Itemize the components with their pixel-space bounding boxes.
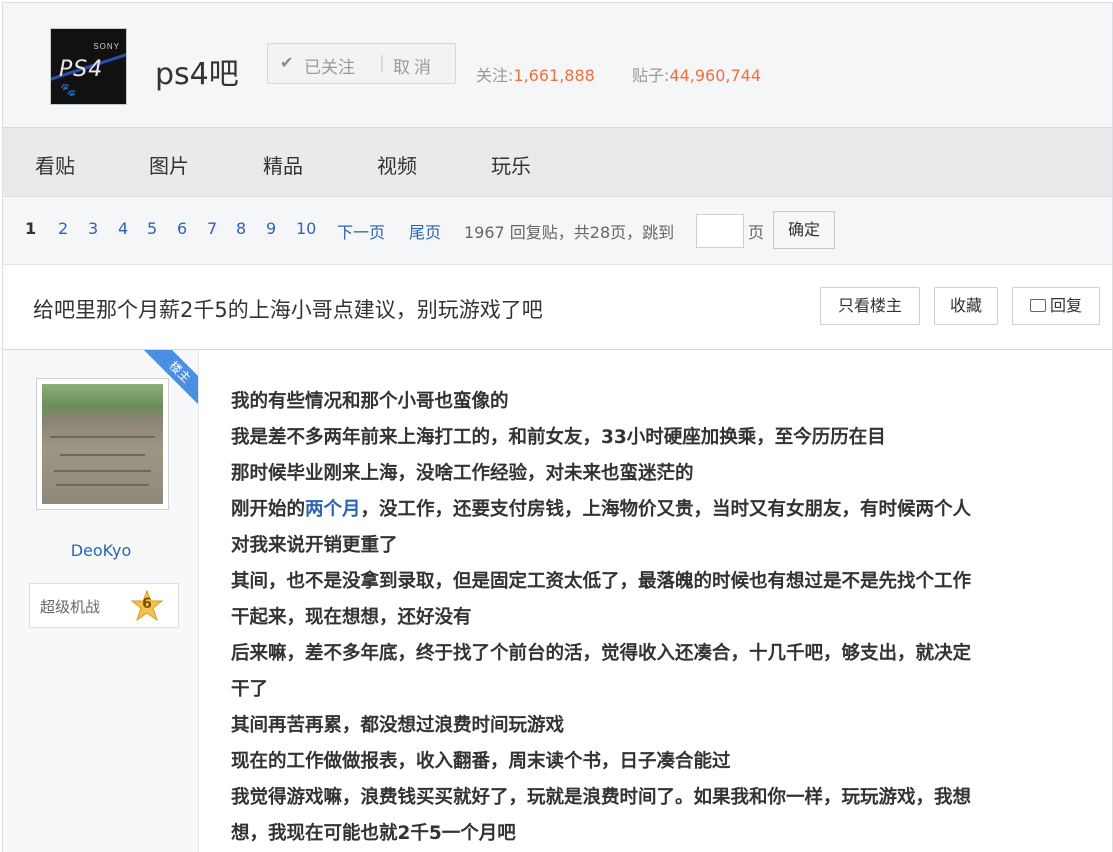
page-link[interactable]: 3	[88, 219, 98, 238]
pagination: 1 2 3 4 5 6 7 8 9 10 下一页 尾页 1967 回复贴，共28…	[2, 197, 1113, 264]
post-line: 其间，也不是没拿到录取，但是固定工资太低了，最落魄的时候也有想过是不是先找个工作	[231, 571, 972, 592]
follow-button[interactable]: ✔ 已关注 | 取消	[267, 43, 456, 84]
jump-page-input[interactable]	[696, 214, 744, 248]
tab-images[interactable]: 图片	[149, 150, 189, 179]
forum-name[interactable]: ps4吧	[155, 49, 239, 93]
check-icon: ✔	[280, 53, 294, 72]
avatar-image	[42, 384, 163, 504]
forum-logo[interactable]: SONY PS4 🐾	[50, 28, 127, 105]
post-line: 现在的工作做做报表，收入翻番，周末读个书，日子凑合能过	[231, 751, 731, 772]
page-link[interactable]: 10	[296, 219, 316, 238]
reply-button[interactable]: 回复	[1012, 287, 1100, 325]
reply-label: 回复	[1049, 296, 1082, 315]
page-link[interactable]: 4	[118, 219, 128, 238]
last-page-link[interactable]: 尾页	[409, 219, 441, 243]
level-number: 6	[142, 596, 152, 612]
rank-title: 超级机战	[40, 598, 101, 616]
tab-posts[interactable]: 看贴	[35, 150, 75, 179]
author-panel: 楼主 DeoKyo 超级机战 6	[3, 350, 199, 852]
avatar[interactable]	[36, 378, 169, 510]
page-link[interactable]: 2	[58, 219, 68, 238]
page-link[interactable]: 9	[266, 219, 276, 238]
post-line: 刚开始的两个月，没工作，还要支付房钱，上海物价又贵，当时又有女朋友，有时候两个人	[231, 492, 1091, 528]
unfollow-link[interactable]: 取消	[393, 53, 435, 78]
posts-stat-label: 贴子:	[632, 66, 670, 85]
post-line-text: ，没工作，还要支付房钱，上海物价又贵，当时又有女朋友，有时候两个人	[360, 499, 972, 520]
favorite-button[interactable]: 收藏	[934, 287, 998, 325]
follow-count: 1,661,888	[513, 66, 595, 85]
post-content: 我的有些情况和那个小哥也蛮像的 我是差不多两年前来上海打工的，和前女友，33小时…	[231, 384, 1091, 852]
next-page-link[interactable]: 下一页	[337, 219, 385, 243]
followed-label: 已关注	[304, 58, 355, 78]
page-link[interactable]: 5	[147, 219, 157, 238]
only-op-button[interactable]: 只看楼主	[820, 287, 920, 325]
tab-featured[interactable]: 精品	[263, 150, 303, 179]
author-name[interactable]: DeoKyo	[3, 541, 198, 560]
highlight-link[interactable]: 两个月	[305, 499, 361, 520]
post-line: 我觉得游戏嘛，浪费钱买买就好了，玩就是浪费时间了。如果我和你一样，玩玩游戏，我想	[231, 787, 972, 808]
post-line: 后来嘛，差不多年底，终于找了个前台的活，觉得收入还凑合，十几千吧，够支出，就决定	[231, 643, 972, 664]
divider: |	[379, 53, 385, 73]
post-line-text: 刚开始的	[231, 499, 306, 520]
forum-nav: 看贴 图片 精品 视频 玩乐	[2, 127, 1113, 197]
level-badge: 6	[130, 589, 164, 622]
jump-confirm-button[interactable]: 确定	[773, 211, 835, 249]
post-line: 其间再苦再累，都没想过浪费时间玩游戏	[231, 715, 565, 736]
post-line: 干起来，现在想想，还好没有	[231, 607, 472, 628]
thread-title-bar: 给吧里那个月薪2千5的上海小哥点建议，别玩游戏了吧 只看楼主 收藏 回复	[2, 264, 1113, 350]
tab-videos[interactable]: 视频	[377, 150, 417, 179]
posts-stat: 贴子:44,960,744	[632, 62, 761, 86]
tab-fun[interactable]: 玩乐	[491, 150, 531, 179]
forum-header: SONY PS4 🐾 ps4吧 ✔ 已关注 | 取消 关注:1,661,888 …	[2, 2, 1113, 127]
post-line: 想，我现在可能也就2千5一个月吧	[231, 823, 516, 844]
page-link[interactable]: 7	[207, 219, 217, 238]
paw-icon: 🐾	[60, 83, 77, 98]
page-unit-label: 页	[748, 223, 765, 242]
post-line: 那时候毕业刚来上海，没啥工作经验，对未来也蛮迷茫的	[231, 463, 694, 484]
post-line: 我的有些情况和那个小哥也蛮像的	[231, 391, 509, 412]
logo-text: PS4	[59, 57, 104, 82]
logo-brand: SONY	[93, 42, 120, 51]
post: 楼主 DeoKyo 超级机战 6 我的有些情况和那个小哥也蛮像的 我是差不多两年…	[2, 350, 1113, 852]
comment-icon	[1029, 299, 1046, 312]
post-line: 干了	[231, 679, 269, 700]
posts-count: 44,960,744	[669, 66, 762, 85]
user-rank: 超级机战 6	[29, 583, 179, 628]
post-line: 对我来说开销更重了	[231, 535, 398, 556]
page-current: 1	[25, 219, 37, 238]
reply-summary: 1967 回复贴，共28页，跳到	[464, 223, 675, 242]
page-link[interactable]: 6	[177, 219, 187, 238]
page-link[interactable]: 8	[236, 219, 246, 238]
post-line: 我是差不多两年前来上海打工的，和前女友，33小时硬座加换乘，至今历历在目	[231, 427, 886, 448]
follow-stat: 关注:1,661,888	[476, 62, 595, 86]
thread-title: 给吧里那个月薪2千5的上海小哥点建议，别玩游戏了吧	[33, 298, 543, 322]
follow-stat-label: 关注:	[476, 66, 514, 85]
